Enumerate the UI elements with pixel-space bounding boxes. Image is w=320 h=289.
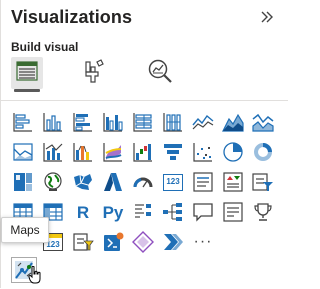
card-number: 123 [166,177,180,186]
kpi-icon[interactable] [221,170,245,194]
clustered-column-chart-icon[interactable] [101,110,125,134]
stacked-area-chart-icon[interactable] [251,110,275,134]
power-apps-diamond-icon[interactable] [131,230,155,254]
100-stacked-bar-chart-icon[interactable] [131,110,155,134]
scatter-chart-icon[interactable] [191,140,215,164]
power-automate-icon[interactable] [101,230,125,254]
smart-narrative-icon[interactable] [221,200,245,224]
table-fields-icon [16,60,38,86]
more-visuals-icon[interactable]: ··· [191,230,215,254]
map-globe-icon[interactable] [41,170,65,194]
pane-title: Visualizations [11,7,133,27]
power-automate-flow-icon[interactable] [161,230,185,254]
tab-format-visual[interactable] [78,57,110,89]
maps-tooltip: Maps [1,217,49,243]
stacked-bar-chart-icon[interactable] [11,110,35,134]
line-and-stacked-column-chart-icon[interactable] [11,140,35,164]
pie-chart-icon[interactable] [221,140,245,164]
r-script-visual-icon[interactable]: R [71,200,95,224]
build-visual-label: Build visual [11,40,79,54]
magnify-analytics-icon [147,58,173,89]
stacked-column-chart-icon[interactable] [41,110,65,134]
pane-divider [1,100,288,101]
slicer-icon[interactable] [251,170,275,194]
tab-build-visual[interactable] [11,57,43,92]
key-influencers-icon[interactable] [131,200,155,224]
line-and-clustered-column-chart-icon[interactable] [41,140,65,164]
tab-analytics[interactable] [144,57,176,89]
pane-tabs [11,57,281,92]
line-chart-icon[interactable] [191,110,215,134]
gauge-icon[interactable] [131,170,155,194]
visualizations-pane: Visualizations Build visual 123 R Py 123… [0,0,288,289]
funnel-icon[interactable] [161,140,185,164]
clustered-bar-chart-icon[interactable] [71,110,95,134]
hand-pointer-cursor-icon [28,265,42,289]
funnel-chart-icon[interactable] [131,140,155,164]
donut-chart-icon[interactable] [251,140,275,164]
area-chart-icon[interactable] [221,110,245,134]
double-chevron-right-icon[interactable] [259,9,275,25]
paintbrush-format-icon [82,58,106,89]
power-apps-icon[interactable] [71,230,95,254]
qa-icon[interactable] [191,200,215,224]
multi-row-card-icon[interactable] [191,170,215,194]
decomposition-tree-icon[interactable] [161,200,185,224]
azure-map-icon[interactable] [101,170,125,194]
100-stacked-column-chart-icon[interactable] [161,110,185,134]
python-visual-icon[interactable]: Py [101,200,125,224]
filled-map-icon[interactable] [71,170,95,194]
metrics-trophy-icon[interactable] [251,200,275,224]
treemap-icon[interactable] [11,170,35,194]
card-icon[interactable]: 123 [161,170,185,194]
ribbon-chart-icon[interactable] [71,140,95,164]
waterfall-chart-icon[interactable] [101,140,125,164]
